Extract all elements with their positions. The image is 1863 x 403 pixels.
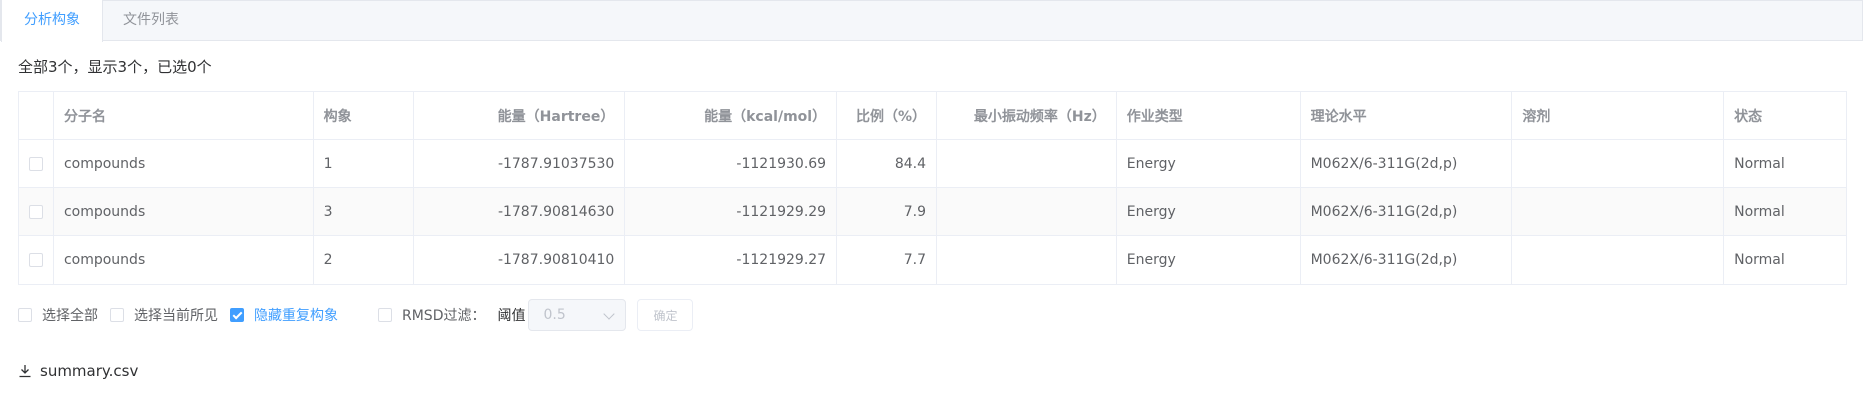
- cell-ratio: 84.4: [837, 140, 937, 187]
- header-checkbox-cell: [19, 92, 54, 139]
- cell-ratio: 7.7: [837, 236, 937, 284]
- cell-job-type: Energy: [1117, 140, 1301, 187]
- rmsd-filter-option[interactable]: RMSD过滤：: [378, 305, 485, 325]
- threshold-label: 阈值: [497, 308, 526, 324]
- row-checkbox-cell: [19, 140, 54, 187]
- cell-solvent: [1512, 140, 1725, 187]
- cell-solvent: [1512, 188, 1725, 235]
- cell-job-type: Energy: [1117, 188, 1301, 235]
- download-icon: [19, 365, 31, 378]
- threshold-value: 0.5: [543, 307, 566, 323]
- cell-molecule-name: compounds: [54, 140, 314, 187]
- cell-molecule-name: compounds: [54, 236, 314, 284]
- table-row[interactable]: compounds 3 -1787.90814630 -1121929.29 7…: [19, 188, 1846, 236]
- header-energy-kcal: 能量（kcal/mol）: [625, 92, 838, 139]
- cell-job-type: Energy: [1117, 236, 1301, 284]
- select-all-checkbox[interactable]: [18, 308, 32, 322]
- header-solvent: 溶剂: [1512, 92, 1725, 139]
- row-checkbox[interactable]: [28, 253, 43, 267]
- cell-status: Normal: [1734, 155, 1785, 172]
- cell-molecule-name: compounds: [54, 188, 314, 235]
- cell-status: Normal: [1734, 203, 1785, 220]
- row-checkbox-cell: [19, 236, 54, 284]
- selection-summary: 全部3个，显示3个，已选0个: [18, 58, 212, 76]
- cell-energy-hartree: -1787.90810410: [414, 236, 626, 284]
- threshold-select[interactable]: 0.5: [528, 299, 627, 331]
- confirm-button[interactable]: 确定: [637, 299, 694, 331]
- selection-controls: 选择全部 选择当前所见 隐藏重复构象 RMSD过滤： 阈值 0.5 确定: [18, 299, 694, 331]
- header-conformer: 构象: [314, 92, 414, 139]
- select-visible-checkbox[interactable]: [110, 308, 124, 322]
- hide-duplicates-option[interactable]: 隐藏重复构象: [230, 305, 338, 325]
- table-header-row: 分子名 构象 能量（Hartree） 能量（kcal/mol） 比例（%） 最小…: [19, 92, 1846, 140]
- select-all-label: 选择全部: [42, 308, 98, 324]
- chevron-down-icon: [603, 308, 616, 320]
- hide-duplicates-label: 隐藏重复构象: [254, 308, 338, 324]
- header-ratio: 比例（%）: [837, 92, 937, 139]
- cell-energy-kcal: -1121930.69: [625, 140, 838, 187]
- hide-duplicates-checkbox[interactable]: [230, 308, 244, 322]
- cell-energy-kcal: -1121929.27: [625, 236, 838, 284]
- header-theory-level: 理论水平: [1301, 92, 1513, 139]
- header-energy-hartree: 能量（Hartree）: [414, 92, 626, 139]
- cell-solvent: [1512, 236, 1725, 284]
- cell-min-frequency: [937, 236, 1117, 284]
- cell-conformer: 1: [314, 140, 414, 187]
- tab-analysis-conformers[interactable]: 分析构象: [1, 0, 103, 42]
- header-molecule-name: 分子名: [54, 92, 314, 139]
- table-row[interactable]: compounds 1 -1787.91037530 -1121930.69 8…: [19, 140, 1846, 188]
- rmsd-filter-label: RMSD过滤：: [402, 308, 486, 324]
- cell-energy-hartree: -1787.90814630: [414, 188, 626, 235]
- cell-theory-level: M062X/6-311G(2d,p): [1301, 236, 1513, 284]
- header-job-type: 作业类型: [1117, 92, 1301, 139]
- cell-conformer: 2: [314, 236, 414, 284]
- row-checkbox[interactable]: [28, 156, 43, 171]
- header-min-frequency: 最小振动频率（Hz）: [937, 92, 1117, 139]
- cell-theory-level: M062X/6-311G(2d,p): [1301, 188, 1513, 235]
- row-checkbox-cell: [19, 188, 54, 235]
- rmsd-filter-checkbox[interactable]: [378, 308, 392, 322]
- row-checkbox[interactable]: [28, 204, 43, 219]
- cell-min-frequency: [937, 188, 1117, 235]
- conformer-table: 分子名 构象 能量（Hartree） 能量（kcal/mol） 比例（%） 最小…: [18, 91, 1847, 285]
- download-label: summary.csv: [40, 362, 139, 380]
- select-visible-label: 选择当前所见: [134, 308, 218, 324]
- cell-energy-kcal: -1121929.29: [625, 188, 838, 235]
- header-status: 状态: [1734, 108, 1763, 125]
- select-all-option[interactable]: 选择全部: [18, 305, 98, 325]
- cell-status: Normal: [1734, 252, 1785, 268]
- cell-theory-level: M062X/6-311G(2d,p): [1301, 140, 1513, 187]
- select-visible-option[interactable]: 选择当前所见: [110, 305, 218, 325]
- cell-conformer: 3: [314, 188, 414, 235]
- cell-ratio: 7.9: [837, 188, 937, 235]
- cell-min-frequency: [937, 140, 1117, 187]
- cell-energy-hartree: -1787.91037530: [414, 140, 626, 187]
- table-row[interactable]: compounds 2 -1787.90810410 -1121929.27 7…: [19, 236, 1846, 284]
- tab-bar: 分析构象 文件列表: [0, 0, 1863, 42]
- download-summary-link[interactable]: summary.csv: [18, 362, 138, 380]
- tab-file-list[interactable]: 文件列表: [101, 0, 201, 41]
